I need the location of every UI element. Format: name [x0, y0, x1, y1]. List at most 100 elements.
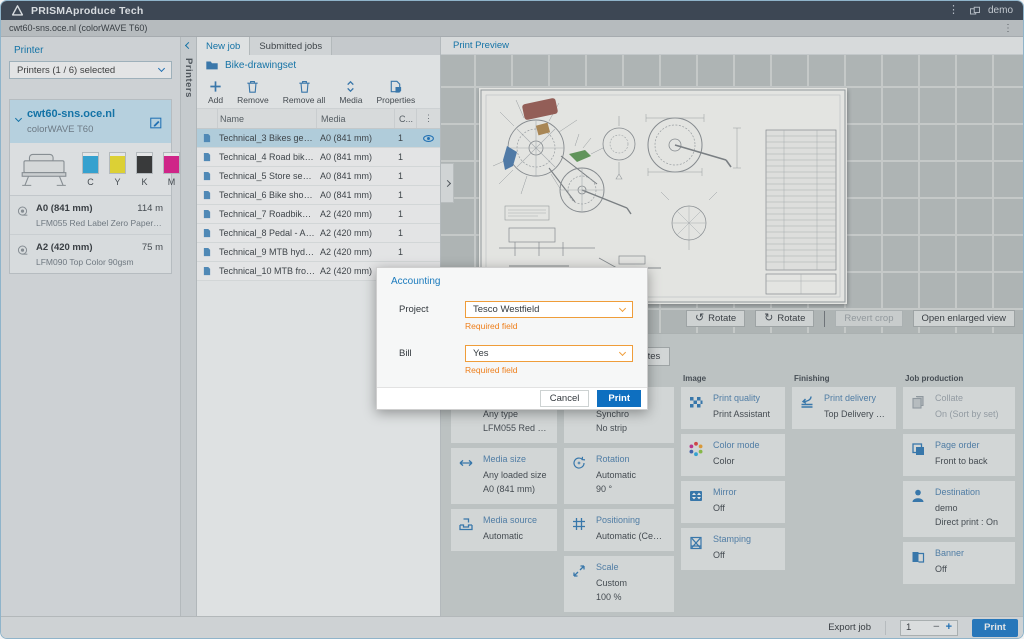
user-name[interactable]: demo [988, 5, 1013, 16]
project-select[interactable]: Tesco Westfield [465, 301, 633, 318]
properties-button[interactable]: Properties [371, 79, 420, 105]
printer-selector[interactable]: Printers (1 / 6) selected [9, 61, 172, 79]
chevron-down-icon [619, 348, 626, 355]
titlebar-menu-icon[interactable]: ⋮ [945, 5, 962, 16]
print-button-dialog[interactable]: Print [597, 390, 641, 407]
tile-banner[interactable]: Banner Off [903, 542, 1015, 584]
bill-field-row: Bill Yes Required field [399, 345, 633, 375]
media-button[interactable]: Media [334, 79, 367, 105]
roll-icon [16, 244, 29, 267]
table-row[interactable]: Technical_3 Bikes gear assemb... A0 (841… [197, 129, 440, 148]
table-row[interactable]: Technical_7 Roadbike handle a... A2 (420… [197, 205, 440, 224]
document-icon [197, 247, 217, 257]
dialog-title: Accounting [377, 268, 647, 287]
stamping-icon [688, 534, 706, 563]
rotate-left-icon: ↺ [695, 313, 704, 324]
header-media[interactable]: Media [316, 109, 394, 128]
column-menu-icon[interactable]: ⋮ [416, 109, 440, 128]
rotation-icon [571, 454, 589, 497]
document-icon [197, 152, 217, 162]
document-icon [197, 228, 217, 238]
tile-page-order[interactable]: Page order Front to back [903, 434, 1015, 476]
media-size-icon [458, 454, 476, 497]
table-row[interactable]: Technical_5 Store section Side ... A0 (8… [197, 167, 440, 186]
color-mode-icon [688, 440, 706, 469]
expand-panel-handle[interactable] [441, 163, 454, 203]
collapse-chevron-icon[interactable] [15, 115, 22, 122]
app-title: PRISMAproduce Tech [31, 5, 938, 17]
accounting-dialog: Accounting Project Tesco Westfield Requi… [376, 267, 648, 410]
document-icon [197, 209, 217, 219]
remove-button[interactable]: Remove [232, 79, 274, 105]
printer-card-header[interactable]: cwt60-sns.oce.nl colorWAVE T60 [10, 100, 171, 143]
tile-stamping[interactable]: Stamping Off [681, 528, 785, 570]
tile-media-size[interactable]: Media size Any loaded size A0 (841 mm) [451, 448, 557, 504]
job-name: Bike-drawingset [225, 60, 296, 71]
tile-destination[interactable]: Destination demo Direct print : On [903, 481, 1015, 537]
tile-mirror[interactable]: Mirror Off [681, 481, 785, 523]
printers-vertical-tab[interactable]: Printers [183, 58, 194, 98]
media-roll-2: A2 (420 mm) 75 m LFM090 Top Color 90gsm [10, 235, 171, 273]
printer-name: cwt60-sns.oce.nl [27, 108, 143, 120]
scale-icon [571, 562, 589, 605]
folder-icon [205, 58, 219, 72]
tab-submitted-jobs[interactable]: Submitted jobs [250, 37, 332, 55]
table-row[interactable]: Technical_4 Road bike frame - ... A0 (84… [197, 148, 440, 167]
project-required-hint: Required field [465, 321, 633, 331]
media-source-icon [458, 515, 476, 544]
copies-value[interactable]: 1 [906, 622, 927, 633]
print-button-main[interactable]: Print [972, 619, 1018, 637]
ink-levels: C Y K M [82, 152, 180, 187]
job-tabs: New job Submitted jobs [197, 37, 440, 55]
ink-cyan: C [82, 152, 99, 187]
chevron-right-icon [443, 179, 450, 186]
tile-rotation[interactable]: Rotation Automatic 90 ° [564, 448, 674, 504]
header-copies[interactable]: C... [394, 109, 416, 128]
eye-icon[interactable] [416, 129, 440, 147]
positioning-icon [571, 515, 589, 544]
printer-panel-label: Printer [14, 45, 172, 56]
table-row[interactable]: Technical_9 MTB hydraulic bra... A2 (420… [197, 243, 440, 262]
header-name[interactable]: Name [217, 109, 316, 128]
tile-print-delivery[interactable]: Print delivery Top Delivery Tray (TDT) [792, 387, 896, 429]
add-button[interactable]: Add [203, 79, 228, 105]
print-delivery-icon [799, 393, 817, 422]
copies-stepper[interactable]: 1 − + [900, 620, 958, 636]
printer-card[interactable]: cwt60-sns.oce.nl colorWAVE T60 [9, 99, 172, 274]
document-icon [197, 190, 217, 200]
tile-positioning[interactable]: Positioning Automatic (Center),N... [564, 509, 674, 551]
bill-select[interactable]: Yes [465, 345, 633, 362]
document-icon [197, 266, 217, 276]
open-enlarged-view-button[interactable]: Open enlarged view [913, 310, 1016, 327]
table-row[interactable]: Technical_8 Pedal - A2 - CeeCe... A2 (42… [197, 224, 440, 243]
ink-magenta: M [163, 152, 180, 187]
rotate-right-button[interactable]: ↻ Rotate [755, 310, 814, 327]
edit-printer-icon[interactable] [149, 116, 163, 135]
increment-icon[interactable]: + [946, 622, 952, 633]
rotate-left-button[interactable]: ↺ Rotate [686, 310, 745, 327]
remove-all-button[interactable]: Remove all [278, 79, 331, 105]
printer-selector-value: Printers (1 / 6) selected [17, 65, 115, 76]
printers-collapse-strip[interactable]: Printers [181, 37, 197, 616]
tile-media-source[interactable]: Media source Automatic [451, 509, 557, 551]
switch-user-icon[interactable] [969, 5, 981, 17]
tab-new-job[interactable]: New job [197, 37, 250, 55]
export-job-button[interactable]: Export job [814, 621, 886, 635]
tile-color-mode[interactable]: Color mode Color [681, 434, 785, 476]
group-image: Image Print quality Print Assistant Co [681, 374, 785, 617]
title-bar: PRISMAproduce Tech ⋮ demo [1, 1, 1023, 20]
document-icon [197, 133, 217, 143]
roll-media: LFM055 Red Label Zero Paper - FSC [36, 218, 163, 228]
cancel-button[interactable]: Cancel [540, 390, 590, 407]
printer-status: C Y K M [10, 143, 171, 196]
tile-scale[interactable]: Scale Custom 100 % [564, 556, 674, 612]
trash-icon [245, 79, 260, 94]
group-job-production: Job production Collate On (Sort by set) [903, 374, 1015, 617]
context-menu-icon[interactable]: ⋮ [1001, 23, 1015, 34]
collapse-left-icon[interactable] [185, 42, 192, 49]
banner-icon [910, 548, 928, 577]
dialog-footer: Cancel Print [377, 387, 647, 409]
table-row[interactable]: Technical_6 Bike shop - A1 - C... A0 (84… [197, 186, 440, 205]
tile-print-quality[interactable]: Print quality Print Assistant [681, 387, 785, 429]
decrement-icon[interactable]: − [933, 622, 939, 633]
